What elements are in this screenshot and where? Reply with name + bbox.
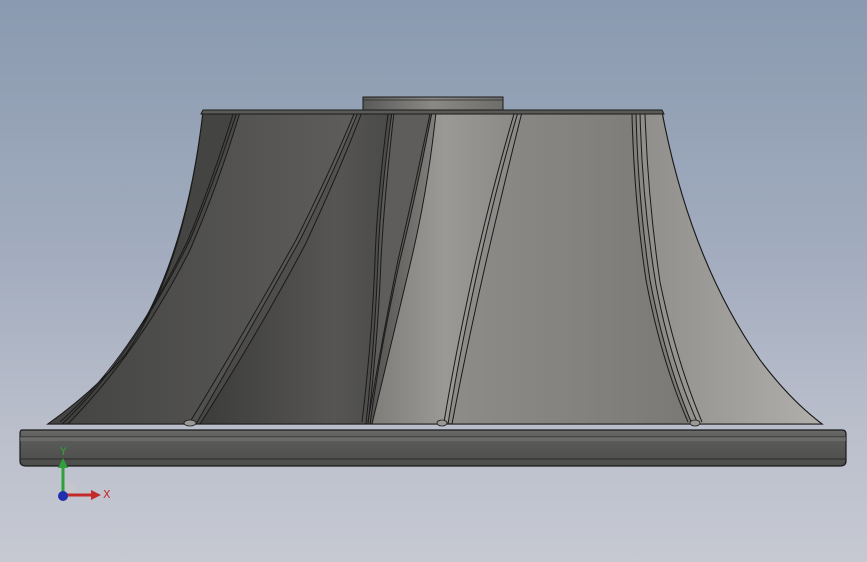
x-axis-label: X — [103, 488, 111, 501]
x-axis-arrow — [91, 490, 101, 500]
top-rim — [200, 109, 665, 115]
graphics-viewport[interactable]: Y X — [0, 0, 867, 562]
y-axis-label: Y — [59, 445, 67, 458]
base-plate — [19, 429, 847, 467]
blade-surfaces — [46, 111, 824, 425]
z-axis-dot — [58, 491, 68, 501]
model-view[interactable]: Y X — [0, 0, 867, 562]
hub-boss — [362, 96, 504, 111]
